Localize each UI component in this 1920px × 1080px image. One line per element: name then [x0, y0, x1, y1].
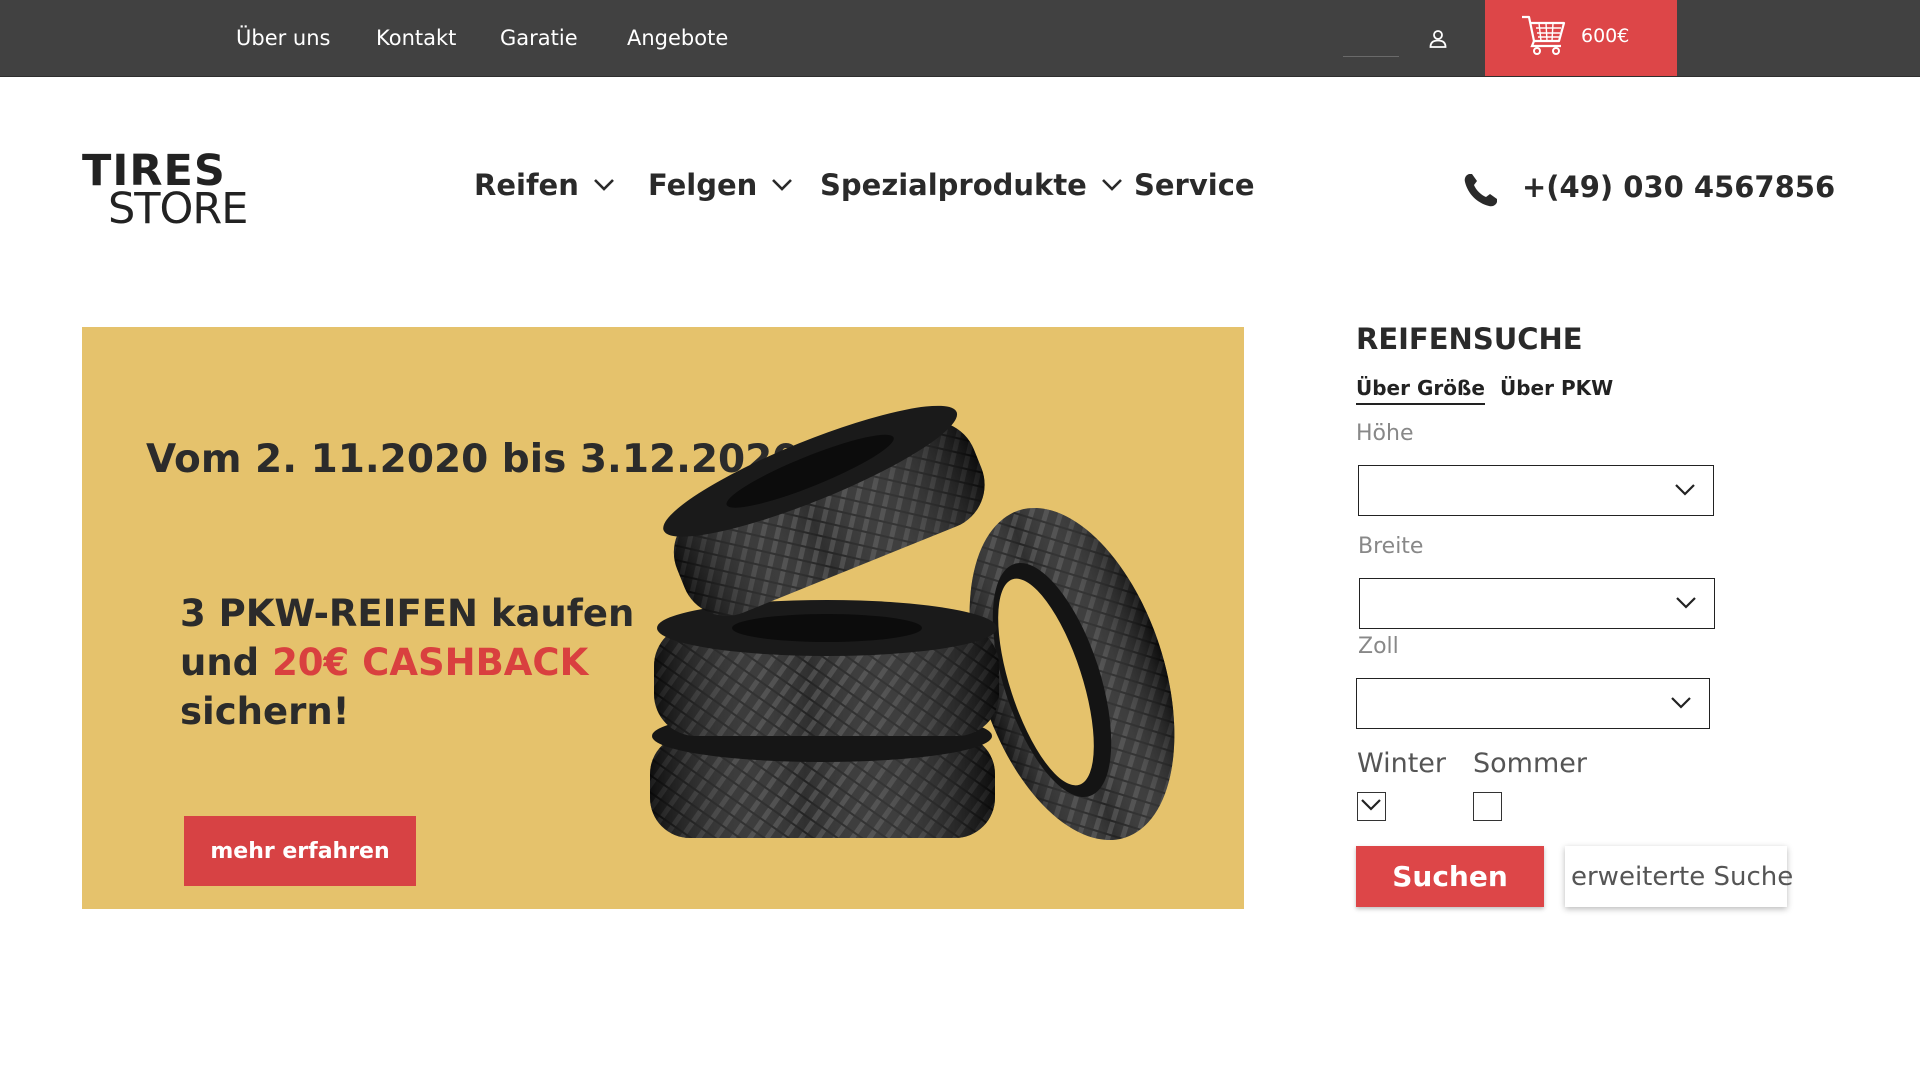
height-label: Höhe: [1356, 421, 1414, 446]
top-nav-link-contact[interactable]: Kontakt: [376, 26, 456, 50]
tires-stack-image: [650, 405, 1175, 841]
cart-icon: [1522, 15, 1566, 55]
top-nav-link-offers[interactable]: Angebote: [627, 26, 728, 50]
width-label: Breite: [1358, 534, 1424, 559]
chevron-down-icon: [593, 179, 614, 191]
nav-item-felgen[interactable]: Felgen: [648, 168, 793, 202]
height-select[interactable]: [1358, 465, 1714, 516]
logo-text-line2: STORE: [108, 184, 248, 234]
chevron-down-icon: [1676, 597, 1696, 609]
promo-offer-line2: und 20€ CASHBACK: [180, 638, 634, 687]
nav-item-label: Spezialprodukte: [820, 168, 1087, 202]
tab-by-car[interactable]: Über PKW: [1500, 376, 1613, 403]
search-submit-button[interactable]: Suchen: [1356, 846, 1544, 907]
advanced-search-button[interactable]: erweiterte Suche: [1565, 846, 1793, 907]
chevron-down-icon: [1675, 484, 1695, 496]
promo-offer-line3: sichern!: [180, 690, 350, 733]
tab-by-size[interactable]: Über Größe: [1356, 376, 1485, 405]
phone-icon: [1464, 174, 1497, 207]
chevron-down-icon: [1671, 697, 1691, 709]
chevron-down-icon: [1101, 179, 1122, 191]
promo-offer-line1: 3 PKW-REIFEN kaufen: [180, 592, 635, 635]
cart-total: 600€: [1581, 25, 1630, 47]
tire-top: [663, 405, 985, 616]
tire-search-title: REIFENSUCHE: [1356, 322, 1583, 356]
promo-offer-text: 3 PKW-REIFEN kaufen und 20€ CASHBACK sic…: [180, 589, 634, 736]
logo[interactable]: TIRES STORE: [82, 150, 252, 234]
rim-size-label: Zoll: [1358, 634, 1399, 659]
nav-item-spezialprodukte[interactable]: Spezialprodukte: [820, 168, 1123, 202]
summer-label: Sommer: [1473, 748, 1587, 779]
tire-middle: [654, 600, 999, 736]
rim-size-select[interactable]: [1356, 678, 1710, 729]
top-nav-link-about[interactable]: Über uns: [236, 26, 331, 50]
promo-cashback-highlight: 20€ CASHBACK: [272, 641, 589, 684]
phone-number: +(49) 030 4567856: [1522, 170, 1836, 204]
summer-checkbox[interactable]: [1473, 792, 1502, 821]
learn-more-button[interactable]: mehr erfahren: [184, 816, 416, 886]
user-account-button[interactable]: [1427, 28, 1449, 50]
checkmark-icon: [1361, 799, 1381, 811]
top-bar: Über uns Kontakt Garatie Angebote 600€: [0, 0, 1920, 77]
nav-item-reifen[interactable]: Reifen: [474, 168, 615, 202]
nav-item-service[interactable]: Service: [1134, 168, 1255, 202]
user-icon: [1429, 30, 1447, 48]
top-search-input[interactable]: [1343, 56, 1399, 57]
winter-checkbox[interactable]: [1357, 792, 1386, 821]
top-nav-link-warranty[interactable]: Garatie: [500, 26, 578, 50]
cart-button[interactable]: 600€: [1485, 0, 1677, 76]
chevron-down-icon: [772, 179, 793, 191]
promo-offer-line2-prefix: und: [180, 641, 273, 684]
winter-label: Winter: [1357, 748, 1447, 779]
nav-item-label: Reifen: [474, 168, 579, 202]
nav-item-label: Felgen: [648, 168, 758, 202]
promo-banner: Vom 2. 11.2020 bis 3.12.2020 3 PKW-REIFE…: [82, 327, 1244, 909]
width-select[interactable]: [1359, 578, 1715, 629]
nav-item-label: Service: [1134, 168, 1255, 202]
